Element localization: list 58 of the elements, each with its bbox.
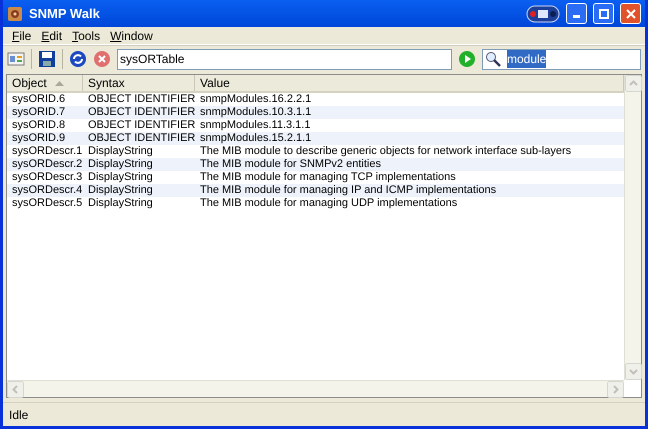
scroll-right-icon[interactable]: [607, 381, 624, 398]
close-button[interactable]: [620, 3, 641, 24]
scroll-down-icon[interactable]: [625, 363, 642, 380]
table-cell: sysORDescr.4: [12, 184, 82, 197]
table-cell: DisplayString: [88, 145, 153, 158]
table-cell: sysORDescr.1: [12, 145, 82, 158]
table-cell: snmpModules.16.2.2.1: [200, 93, 312, 106]
table-cell: snmpModules.10.3.1.1: [200, 106, 312, 119]
table-cell: snmpModules.15.2.1.1: [200, 132, 312, 145]
close-icon: [626, 8, 636, 18]
search-text: module: [507, 50, 546, 68]
table-cell: The MIB module for SNMPv2 entities: [200, 158, 381, 171]
table-cell: sysORID.7: [12, 106, 66, 119]
table-cell: The MIB module for managing UDP implementations: [200, 197, 458, 210]
vertical-scrollbar[interactable]: [624, 75, 641, 380]
table-cell: OBJECT IDENTIFIER: [88, 93, 196, 106]
stop-icon[interactable]: [93, 50, 111, 68]
search-icon: [485, 51, 501, 67]
refresh-icon[interactable]: [69, 50, 87, 68]
scroll-up-icon[interactable]: [625, 75, 642, 92]
window-title: SNMP Walk: [29, 4, 101, 23]
table-cell: The MIB module to describe generic objects for network interface sub-layers: [200, 145, 572, 158]
play-icon[interactable]: [458, 50, 476, 68]
menu-item[interactable]: Tools: [67, 28, 106, 44]
table-cell: DisplayString: [88, 197, 153, 210]
table-cell: DisplayString: [88, 184, 153, 197]
scroll-left-icon[interactable]: [7, 381, 24, 398]
table-cell: DisplayString: [88, 158, 153, 171]
sort-arrow-icon: [54, 80, 64, 86]
app-icon: [7, 6, 23, 22]
menu-item[interactable]: Edit: [36, 28, 68, 44]
table-cell: sysORDescr.2: [12, 158, 82, 171]
table-cell: OBJECT IDENTIFIER: [88, 132, 196, 145]
status-text: Idle: [9, 406, 28, 424]
menu-item[interactable]: File: [7, 28, 36, 44]
table-cell: sysORDescr.5: [12, 197, 82, 210]
table-cell: The MIB module for managing IP and ICMP implementations: [200, 184, 496, 197]
table-cell: sysORID.9: [12, 132, 66, 145]
minimize-button[interactable]: [566, 3, 587, 24]
save-icon[interactable]: [38, 50, 56, 68]
search-field[interactable]: module: [482, 48, 641, 70]
maximize-icon: [598, 8, 608, 18]
table-cell: DisplayString: [88, 171, 153, 184]
menu-item[interactable]: Window: [105, 28, 158, 44]
oid-field[interactable]: sysORTable: [117, 48, 452, 70]
table-cell: OBJECT IDENTIFIER: [88, 119, 196, 132]
table-cell: sysORID.8: [12, 119, 66, 132]
table-cell: sysORID.6: [12, 93, 66, 106]
table-cell: The MIB module for managing TCP implementations: [200, 171, 456, 184]
column-header[interactable]: Object: [7, 75, 83, 91]
horizontal-scrollbar[interactable]: [7, 380, 624, 397]
maximize-button[interactable]: [593, 3, 614, 24]
toggle-icon[interactable]: [526, 4, 560, 22]
table-cell: sysORDescr.3: [12, 171, 82, 184]
card-icon[interactable]: [7, 51, 25, 67]
column-header[interactable]: Syntax: [83, 75, 195, 91]
table-cell: OBJECT IDENTIFIER: [88, 106, 196, 119]
table-cell: snmpModules.11.3.1.1: [200, 119, 310, 132]
